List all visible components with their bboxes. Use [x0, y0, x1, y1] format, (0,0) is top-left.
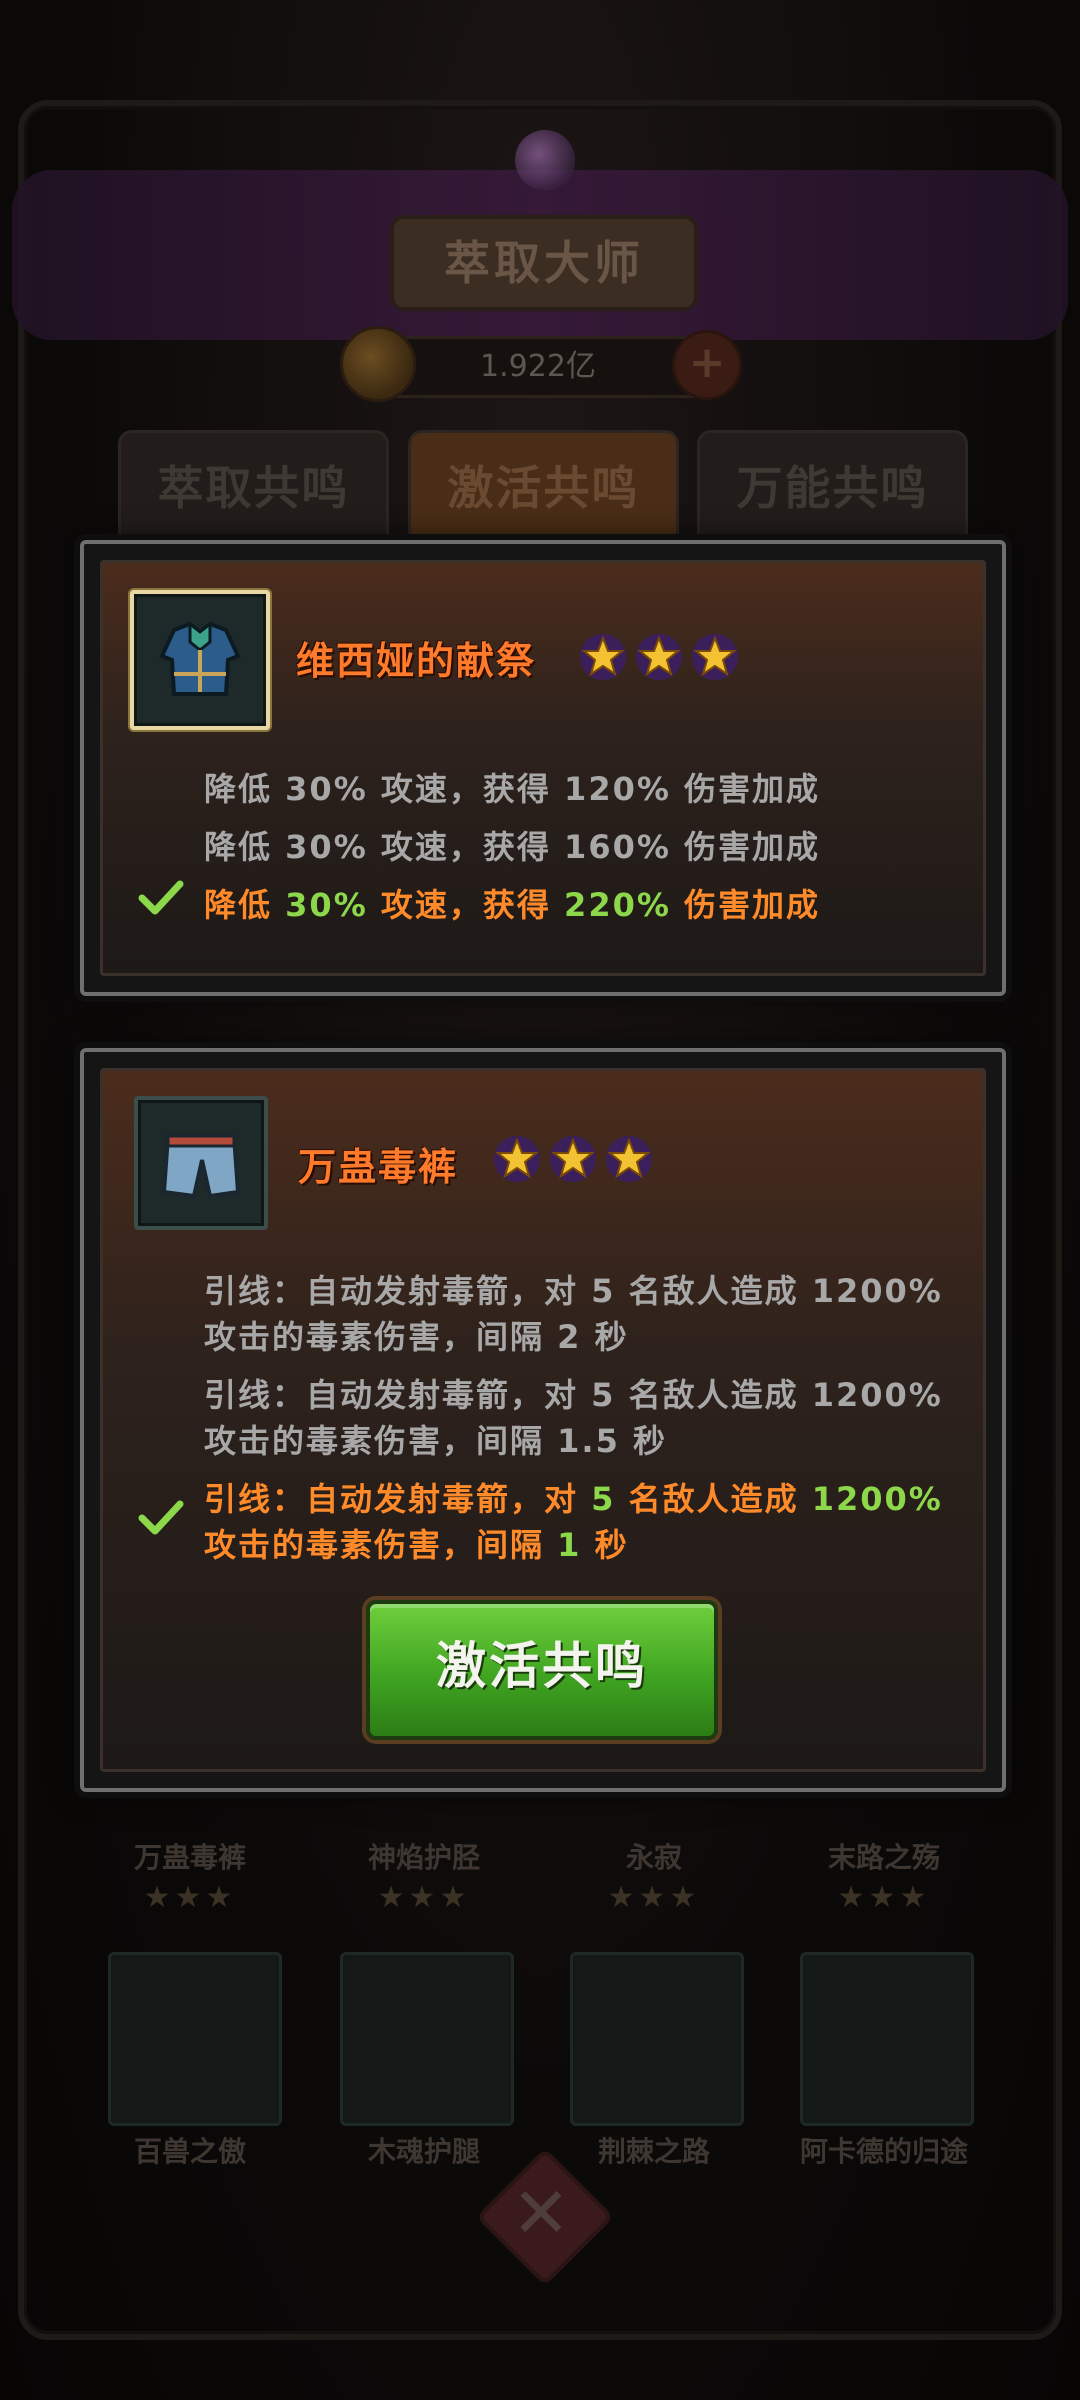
grid-item-name: 神焰护胫: [367, 1841, 480, 1874]
star-icon: [606, 1136, 652, 1182]
grid-item-slot[interactable]: [800, 1952, 974, 2126]
tab-extract[interactable]: 萃取共鸣: [118, 430, 389, 546]
grid-item-name: 木魂护腿: [367, 2135, 480, 2168]
check-icon: [138, 880, 184, 915]
star-icon: [550, 1136, 596, 1182]
resonance-option-selected[interactable]: 降低 30% 攻速，获得 220% 伤害加成: [204, 880, 820, 926]
item-name: 万蛊毒裤: [298, 1145, 459, 1189]
page-title: 萃取大师: [390, 215, 698, 311]
grid-item-stars: ★★★: [377, 1880, 471, 1915]
star-rating: [492, 1134, 654, 1184]
grid-item-name: 末路之殇: [827, 1841, 940, 1874]
star-icon: [692, 634, 738, 680]
resonance-option-line[interactable]: 攻击的毒素伤害，间隔 2 秒: [204, 1312, 629, 1358]
grid-item-name: 百兽之傲: [133, 2135, 246, 2168]
resonance-option-line[interactable]: 引线：自动发射毒箭，对 5 名敌人造成 1200%: [204, 1370, 943, 1416]
resonance-option-line[interactable]: 攻击的毒素伤害，间隔 1.5 秒: [204, 1416, 667, 1462]
activate-resonance-button[interactable]: 激活共鸣: [366, 1600, 718, 1740]
grid-item-name: 永寂: [625, 1841, 682, 1874]
tab-universal[interactable]: 万能共鸣: [697, 430, 968, 546]
item-name: 维西娅的献祭: [296, 639, 537, 683]
add-currency-button[interactable]: +: [672, 330, 742, 400]
grid-item-slot[interactable]: [340, 1952, 514, 2126]
orb-icon: [515, 130, 575, 190]
grid-item-slot[interactable]: [570, 1952, 744, 2126]
grid-item-stars: ★★★: [837, 1880, 931, 1915]
check-icon: [138, 1500, 184, 1535]
grid-item-name: 万蛊毒裤: [133, 1841, 246, 1874]
coin-icon: [340, 326, 416, 402]
resonance-option-selected-line[interactable]: 引线：自动发射毒箭，对 5 名敌人造成 1200%: [204, 1474, 943, 1520]
star-icon: [636, 634, 682, 680]
grid-item-name: 荆棘之路: [597, 2135, 710, 2168]
item-slot-selected[interactable]: [130, 590, 270, 730]
grid-item-name: 阿卡德的归途: [799, 2135, 968, 2168]
star-rating: [578, 632, 740, 682]
star-icon: [494, 1136, 540, 1182]
resonance-option[interactable]: 降低 30% 攻速，获得 120% 伤害加成: [204, 764, 820, 810]
grid-item-stars: ★★★: [143, 1880, 237, 1915]
pants-icon: [161, 1134, 241, 1199]
armor-jacket-icon: [159, 620, 241, 696]
resonance-option-selected-line[interactable]: 攻击的毒素伤害，间隔 1 秒: [204, 1520, 629, 1566]
grid-item-stars: ★★★: [607, 1880, 701, 1915]
grid-item-slot[interactable]: [108, 1952, 282, 2126]
item-slot[interactable]: [134, 1096, 268, 1230]
star-icon: [580, 634, 626, 680]
resonance-option[interactable]: 降低 30% 攻速，获得 160% 伤害加成: [204, 822, 820, 868]
close-icon: ✕: [511, 2172, 571, 2254]
resonance-option-line[interactable]: 引线：自动发射毒箭，对 5 名敌人造成 1200%: [204, 1266, 943, 1312]
tab-activate[interactable]: 激活共鸣: [408, 430, 679, 546]
